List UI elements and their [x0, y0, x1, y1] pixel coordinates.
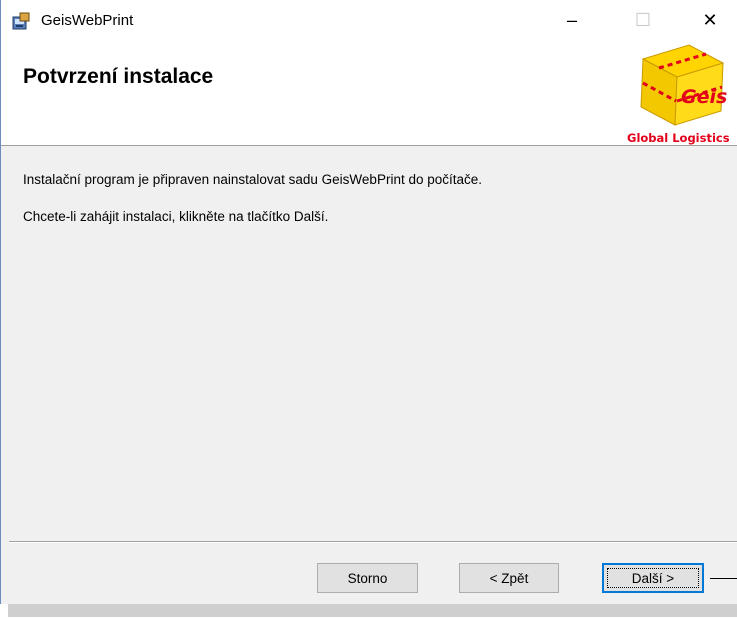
window-shadow — [8, 604, 737, 617]
installer-app-icon — [12, 12, 30, 30]
installer-window: GeisWebPrint – ☐ ✕ Potvrzení instalace G… — [0, 0, 737, 604]
maximize-button[interactable]: ☐ — [620, 0, 666, 41]
footer-divider — [9, 541, 737, 543]
title-bar[interactable]: GeisWebPrint – ☐ ✕ — [1, 0, 737, 41]
window-title: GeisWebPrint — [41, 12, 134, 29]
logo-text: Geis — [681, 86, 727, 108]
info-line-ready: Instalační program je připraven nainstal… — [23, 172, 482, 187]
minimize-button[interactable]: – — [549, 0, 595, 41]
minimize-icon: – — [566, 10, 577, 30]
mouse-pointer-stroke — [710, 578, 737, 579]
info-line-instructions: Chcete-li zahájit instalaci, klikněte na… — [23, 209, 329, 224]
page-title: Potvrzení instalace — [23, 65, 214, 88]
logo-tagline: Global Logistics — [627, 131, 730, 145]
cancel-button[interactable]: Storno — [317, 563, 418, 593]
maximize-icon: ☐ — [634, 10, 652, 30]
next-button[interactable]: Další > — [602, 563, 704, 593]
close-button[interactable]: ✕ — [687, 0, 733, 41]
back-button[interactable]: < Zpět — [459, 563, 559, 593]
focus-rectangle — [607, 568, 699, 588]
wizard-header: Potvrzení instalace Geis Global Logistic… — [1, 41, 737, 146]
geis-logo: Geis Global Logistics — [627, 44, 730, 145]
close-icon: ✕ — [702, 10, 718, 30]
